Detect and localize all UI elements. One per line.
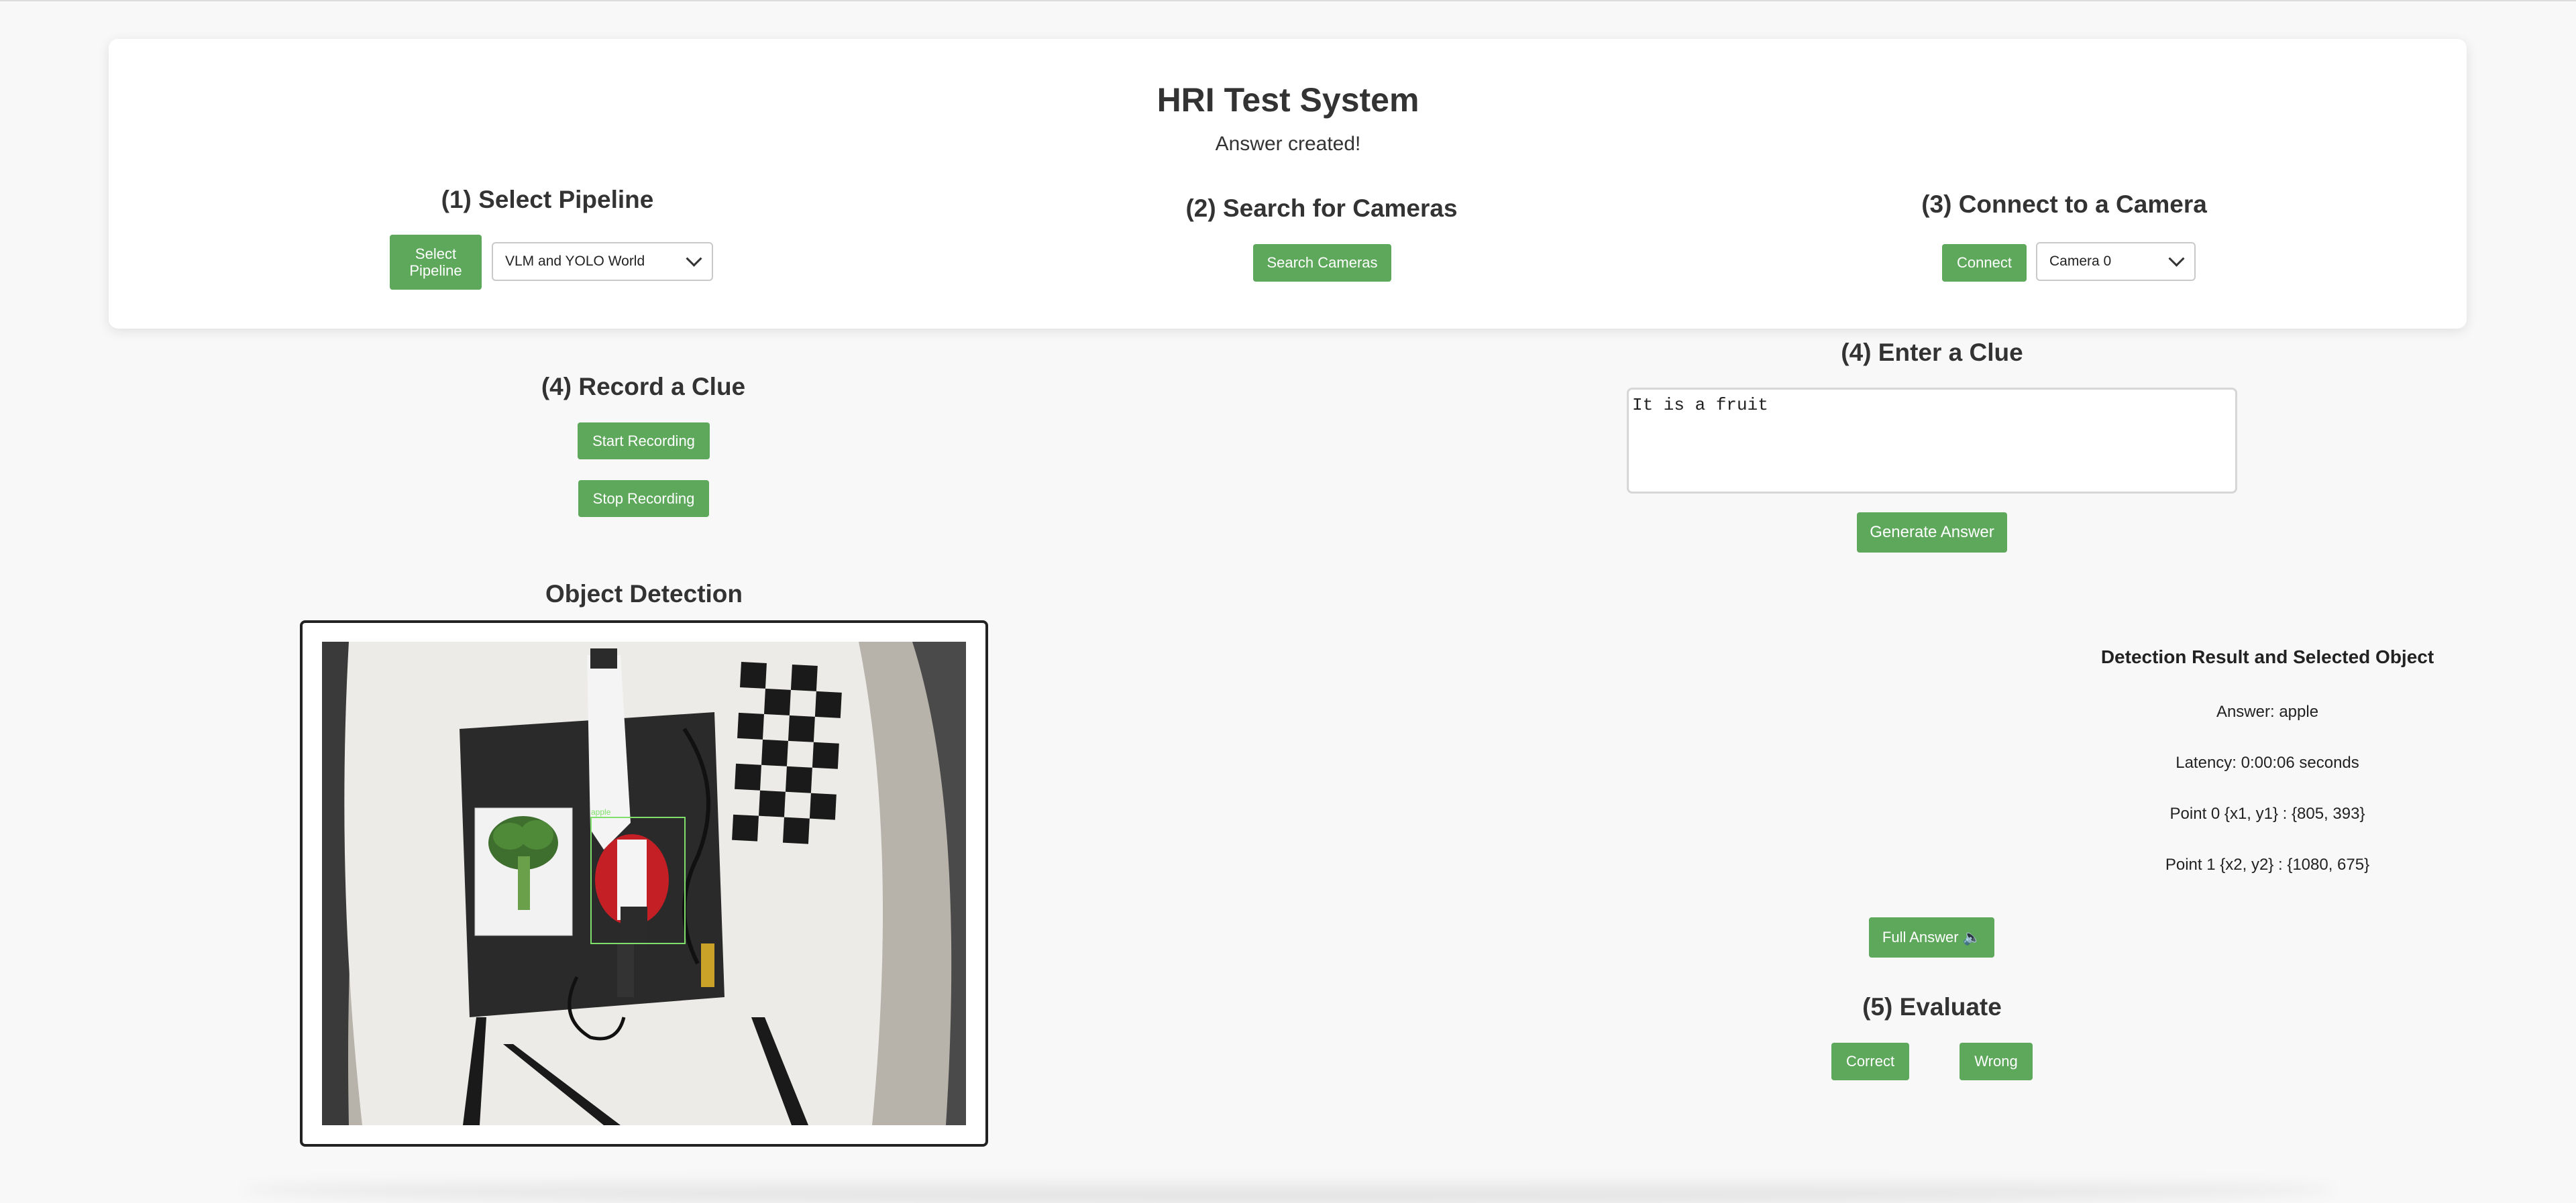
- chevron-down-icon: [2168, 250, 2185, 267]
- camera-select[interactable]: Camera 0: [2036, 242, 2196, 281]
- search-cameras-heading: (2) Search for Cameras: [1185, 194, 1458, 222]
- detection-box-label: apple: [591, 807, 611, 817]
- answer-text: Answer: apple: [2216, 703, 2319, 721]
- connect-button[interactable]: Connect: [1942, 244, 2027, 282]
- page-title: HRI Test System: [1157, 81, 1419, 119]
- pipeline-select-value: VLM and YOLO World: [505, 253, 645, 269]
- chevron-down-icon: [686, 250, 702, 267]
- camera-select-value: Camera 0: [2049, 253, 2112, 269]
- wrong-button[interactable]: Wrong: [1960, 1043, 2033, 1080]
- status-message: Answer created!: [1215, 133, 1361, 155]
- select-pipeline-button[interactable]: Select Pipeline: [390, 235, 482, 290]
- bottom-shadow: [241, 1176, 2334, 1203]
- clue-textarea[interactable]: It is a fruit: [1627, 388, 2237, 494]
- generate-answer-button[interactable]: Generate Answer: [1857, 512, 2007, 553]
- evaluate-heading: (5) Evaluate: [1862, 993, 2002, 1021]
- latency-text: Latency: 0:00:06 seconds: [2176, 754, 2359, 772]
- stop-recording-button[interactable]: Stop Recording: [578, 480, 709, 517]
- record-clue-heading: (4) Record a Clue: [541, 373, 746, 400]
- object-detection-heading: Object Detection: [545, 580, 743, 608]
- camera-feed-image: apple: [322, 642, 966, 1125]
- result-heading: Detection Result and Selected Object: [2100, 646, 2434, 667]
- enter-clue-heading: (4) Enter a Clue: [1841, 339, 2023, 366]
- point1-text: Point 1 {x2, y2} : {1080, 675}: [2165, 856, 2370, 874]
- connect-camera-heading: (3) Connect to a Camera: [1921, 190, 2207, 218]
- point0-text: Point 0 {x1, y1} : {805, 393}: [2169, 805, 2365, 823]
- start-recording-button[interactable]: Start Recording: [578, 422, 710, 459]
- full-answer-button[interactable]: Full Answer 🔈: [1869, 917, 1994, 958]
- search-cameras-button[interactable]: Search Cameras: [1253, 244, 1391, 282]
- pipeline-select[interactable]: VLM and YOLO World: [492, 242, 713, 281]
- correct-button[interactable]: Correct: [1831, 1043, 1909, 1080]
- select-pipeline-heading: (1) Select Pipeline: [441, 186, 654, 213]
